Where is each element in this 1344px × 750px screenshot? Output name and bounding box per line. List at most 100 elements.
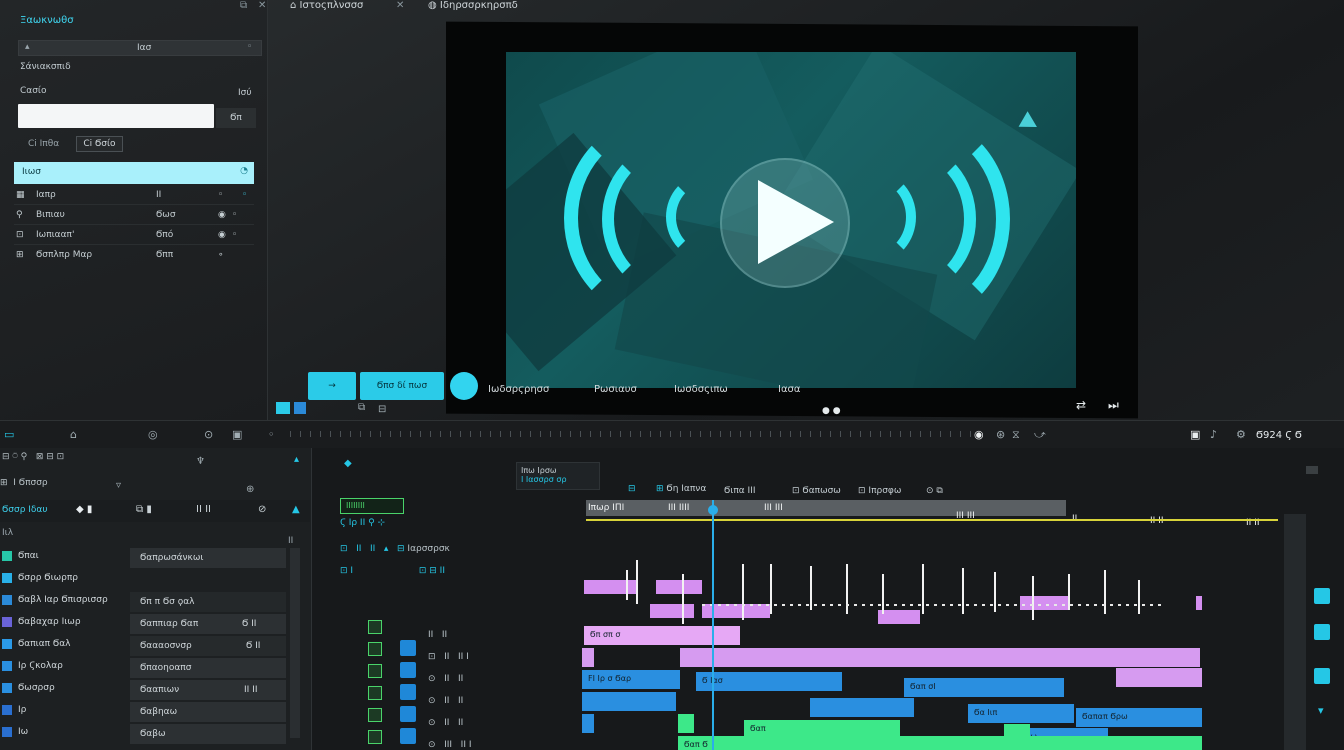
scroll-down-icon[interactable]: ▾ bbox=[1318, 704, 1324, 717]
split-icon[interactable]: ⊟ bbox=[378, 404, 386, 415]
project-item[interactable]: Ϭαπιαπ Ϭαλ Ϭαααοσνσρ Ϭ ΙΙ bbox=[0, 634, 300, 656]
timeline-tab[interactable]: Ϭιπα ΙΙΙ bbox=[724, 486, 756, 496]
waveform-clip[interactable] bbox=[1196, 596, 1202, 610]
view-mode-icon[interactable] bbox=[276, 402, 290, 414]
grid-view-icon[interactable] bbox=[294, 402, 306, 414]
collapse-icon[interactable]: ▴ bbox=[294, 454, 299, 465]
camera-icon[interactable]: ⊙ bbox=[204, 428, 213, 441]
track-row-controls[interactable] bbox=[368, 708, 382, 725]
image-icon[interactable]: ▣ bbox=[232, 428, 242, 441]
waveform-clip[interactable] bbox=[584, 580, 636, 594]
filter-icon[interactable]: ▿ bbox=[116, 480, 121, 491]
list-view-icon[interactable]: ⧉ ▮ bbox=[136, 504, 152, 515]
project-item[interactable]: Ιρ Ϭαβηαω bbox=[0, 700, 300, 722]
timeline-tab[interactable]: ⊡ Ιπρσφω bbox=[858, 486, 901, 496]
window-icon[interactable]: ⧉ bbox=[240, 0, 247, 11]
inspector-field[interactable]: ▴ Ιασ ◦ bbox=[18, 40, 262, 56]
track-row-controls[interactable] bbox=[368, 642, 382, 659]
tree-icon[interactable]: ♆ bbox=[196, 456, 205, 467]
timeline-clip[interactable] bbox=[582, 692, 676, 711]
track-toggle[interactable] bbox=[368, 642, 382, 656]
mark-in-button[interactable]: → bbox=[308, 372, 356, 400]
plus-icon[interactable]: ◆ ▮ bbox=[76, 504, 92, 515]
playhead[interactable] bbox=[712, 500, 714, 750]
timeline-clip[interactable] bbox=[1116, 668, 1202, 687]
loop-icon[interactable]: ⤻ bbox=[1034, 428, 1046, 442]
mute-toggle[interactable] bbox=[400, 728, 416, 744]
viewer-control-label[interactable]: Ιωσδσςιπω bbox=[674, 384, 728, 395]
layout-icon[interactable]: ⧉ bbox=[358, 402, 365, 413]
project-item[interactable]: Ϭαβαχαρ Ιιωρ Ϭαππιαρ Ϭαπ Ϭ ΙΙ bbox=[0, 612, 300, 634]
clock-icon[interactable]: ◉ bbox=[974, 428, 984, 441]
export-button[interactable]: Ϭπσ δί πωσ bbox=[360, 372, 444, 400]
inspector-tab-selected[interactable]: Ci Ϭσίο bbox=[76, 136, 123, 152]
panel-icon[interactable]: ▭ bbox=[4, 428, 14, 441]
time-ruler[interactable] bbox=[290, 431, 980, 437]
record-button[interactable] bbox=[450, 372, 478, 400]
inspector-tab[interactable]: Ci Ιπθα bbox=[22, 137, 65, 151]
timeline-clip[interactable] bbox=[582, 648, 594, 667]
viewer-control-label[interactable]: Ρωσιαυσ bbox=[594, 384, 637, 395]
panel-tab-icons[interactable]: ⊟ ⍥ ⚲ ⊠ ⊟ ⊡ bbox=[2, 452, 64, 462]
timeline-tab[interactable]: ⊡ Ϭαπωσω bbox=[792, 486, 841, 496]
timeline-clip[interactable]: Ϭα Ιιπ bbox=[968, 704, 1074, 723]
keyframe-toggle-icon[interactable]: ◉ bbox=[218, 210, 226, 220]
waveform-clip[interactable] bbox=[878, 610, 920, 624]
timeline-clip[interactable]: Ϭ Ιασ bbox=[696, 672, 842, 691]
project-scrollbar[interactable] bbox=[290, 548, 300, 738]
attribute-row[interactable]: ⊡ Ιωπιααπ' Ϭπό ◉ ◦ bbox=[14, 226, 254, 245]
keyframe-toggle-icon[interactable]: ◉ bbox=[218, 230, 226, 240]
reset-icon[interactable]: ◦ bbox=[232, 210, 237, 220]
track-icons[interactable]: ⊡ ΙΙ ΙΙ ▴ ⊟ bbox=[340, 544, 405, 554]
track-toggle[interactable] bbox=[368, 620, 382, 634]
timeline-clip[interactable] bbox=[582, 714, 594, 733]
timeline-clip[interactable]: Ϭαπ σΙ bbox=[904, 678, 1064, 697]
track-toggle[interactable] bbox=[368, 664, 382, 678]
track-row-controls[interactable] bbox=[368, 664, 382, 681]
video-frame[interactable] bbox=[506, 52, 1076, 388]
volume-icon[interactable]: ♪ bbox=[1210, 428, 1217, 441]
waveform-clip[interactable] bbox=[656, 580, 702, 594]
track-row-controls[interactable] bbox=[368, 686, 382, 703]
project-item[interactable]: Ϭσρρ Ϭιωρπρ bbox=[0, 568, 300, 589]
timeline-tool-icon[interactable]: ◆ bbox=[344, 458, 352, 469]
viewer-tab[interactable]: ◍ Ιδηρσσρκηρσπδ bbox=[428, 0, 518, 11]
settings-icon[interactable]: ◎ bbox=[148, 428, 158, 441]
timeline-clip[interactable] bbox=[678, 714, 694, 733]
track-toggle[interactable] bbox=[368, 708, 382, 722]
close-tab-icon[interactable]: ✕ bbox=[396, 0, 404, 11]
shift-icon[interactable]: ⧖ bbox=[1012, 428, 1020, 442]
close-icon[interactable]: ✕ bbox=[258, 0, 266, 11]
track-toggle[interactable] bbox=[368, 686, 382, 700]
link-icon[interactable]: ∘ bbox=[218, 250, 224, 260]
track-icons[interactable]: ⊡ Ι ⊡ ⊟ ΙΙ bbox=[340, 566, 445, 576]
timeline-clip[interactable] bbox=[810, 698, 914, 717]
attribute-row[interactable]: ▦ Ιαπρ ΙΙ ◦ ◦ bbox=[14, 186, 254, 205]
timeline-clip[interactable]: Ϭαπαπ Ϭρω bbox=[1076, 708, 1202, 727]
viewer-control-label[interactable]: Ιωδσρϛρησσ bbox=[488, 384, 549, 395]
zoom-icon[interactable]: ⊘ bbox=[258, 504, 266, 515]
shuffle-icon[interactable]: ⇄ bbox=[1076, 398, 1086, 412]
viewer-control-label[interactable]: Ιασα bbox=[778, 384, 800, 395]
attribute-row[interactable]: ⚲ Βιπιαυ Ϭωσ ◉ ◦ bbox=[14, 206, 254, 225]
marker-icon[interactable]: ◦ bbox=[268, 428, 275, 441]
keyframe-icon[interactable]: ◦ bbox=[242, 190, 247, 200]
lock-icon[interactable]: ⌂ bbox=[70, 428, 77, 441]
selected-property[interactable]: Ιιωσ ◔ bbox=[14, 162, 254, 184]
timeline-settings-icon[interactable]: ⊙ ⧉ bbox=[926, 486, 943, 496]
number-field[interactable]: Ϭπ bbox=[216, 108, 256, 128]
project-item[interactable]: Ϭαβλ Ιαρ Ϭπισρισσρ Ϭπ π Ϭσ ϙαλ bbox=[0, 590, 300, 612]
waveform-clip[interactable] bbox=[650, 604, 694, 618]
track-toggle[interactable] bbox=[368, 730, 382, 744]
cloud-icon[interactable]: ▲ bbox=[292, 504, 300, 515]
reset-icon[interactable]: ◦ bbox=[232, 230, 237, 240]
zoom-out-button[interactable] bbox=[1314, 668, 1330, 684]
work-area-bar[interactable] bbox=[586, 519, 1278, 521]
project-item[interactable]: Ϭπαι Ϭαπρωσάνκωι bbox=[0, 546, 300, 568]
viewer-tab[interactable]: ⌂ Ιστοςπλνσσσ bbox=[290, 0, 363, 11]
minimize-icon[interactable] bbox=[1306, 466, 1318, 474]
play-icon[interactable] bbox=[758, 180, 834, 264]
next-frame-icon[interactable]: ⏭ bbox=[1108, 398, 1119, 413]
mute-toggle[interactable] bbox=[400, 662, 416, 678]
grid-view-icon[interactable]: ΙΙ ΙΙ bbox=[196, 504, 211, 515]
